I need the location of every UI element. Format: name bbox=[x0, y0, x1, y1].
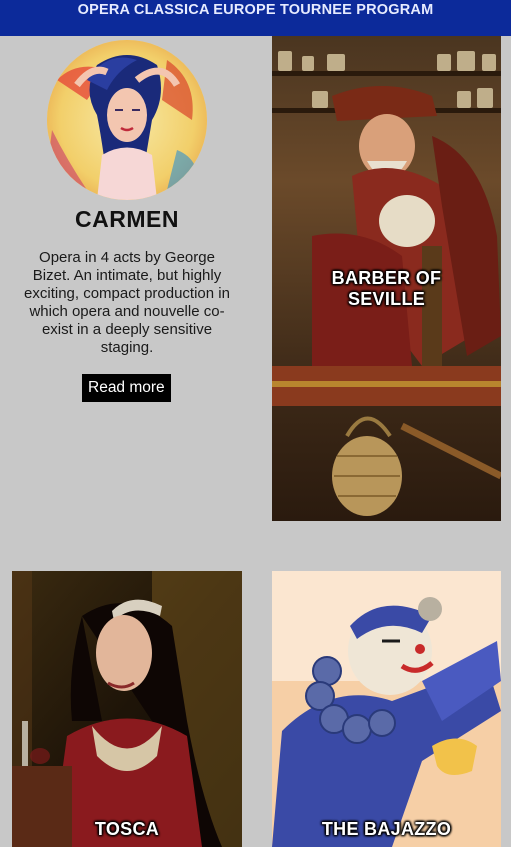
page-title: OPERA CLASSICA EUROPE TOURNEE PROGRAM bbox=[77, 2, 434, 18]
carmen-portrait-image bbox=[47, 40, 207, 200]
opera-title-carmen: CARMEN bbox=[75, 206, 179, 232]
opera-description-carmen: Opera in 4 acts by George Bizet. An inti… bbox=[24, 249, 230, 356]
opera-card-the-bajazzo[interactable]: THE BAJAZZO bbox=[272, 571, 501, 847]
read-more-button[interactable]: Read more bbox=[82, 374, 171, 402]
opera-title-the-bajazzo: THE BAJAZZO bbox=[321, 819, 452, 839]
opera-title-tosca: TOSCA bbox=[94, 819, 160, 839]
opera-card-tosca[interactable]: TOSCA bbox=[12, 571, 242, 847]
page-header: OPERA CLASSICA EUROPE TOURNEE PROGRAM bbox=[0, 0, 511, 36]
opera-card-carmen: CARMEN Opera in 4 acts by George Bizet. … bbox=[12, 36, 242, 416]
bajazzo-artwork-image bbox=[272, 571, 501, 847]
opera-title-barber-of-seville: BARBER OF SEVILLE bbox=[331, 268, 442, 309]
tosca-photo-image bbox=[12, 571, 242, 847]
opera-card-barber-of-seville[interactable]: BARBER OF SEVILLE bbox=[272, 36, 501, 521]
